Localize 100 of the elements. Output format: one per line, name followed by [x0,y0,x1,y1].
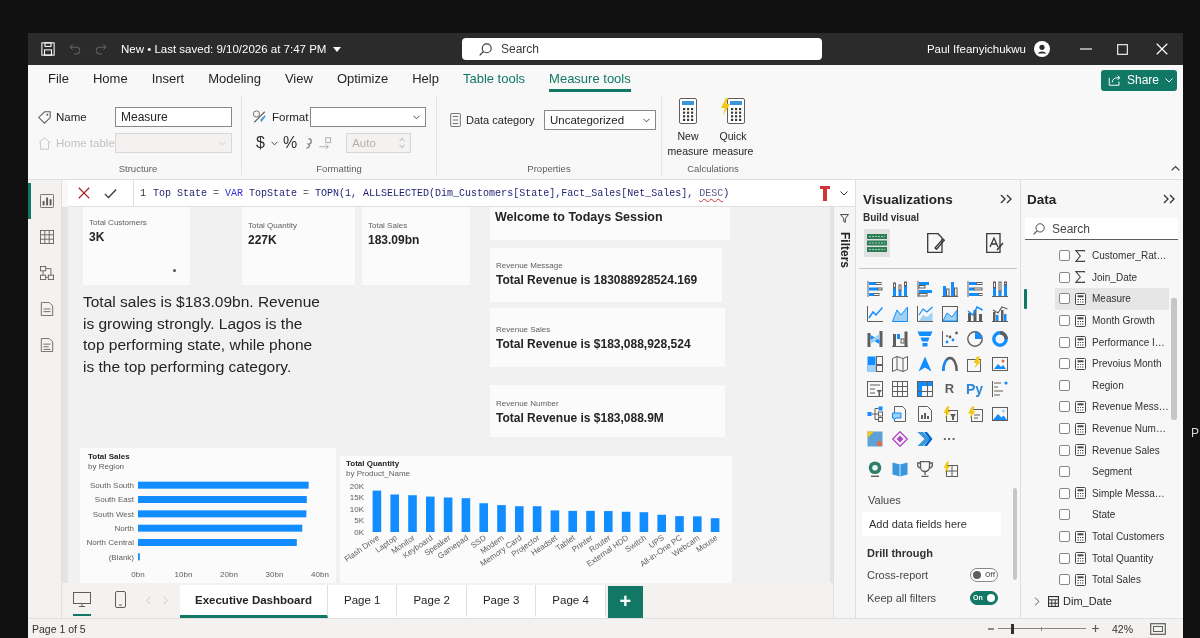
share-button[interactable]: Share [1101,69,1177,91]
collapse-caret-icon[interactable] [1171,166,1180,171]
folded-map-icon[interactable] [891,355,908,372]
document-chart-icon[interactable] [916,405,933,422]
currency-button[interactable]: $ [256,133,265,153]
checkbox[interactable] [1059,552,1070,564]
checkbox[interactable] [1059,509,1070,521]
percent-button[interactable]: % [282,133,298,153]
avatar-icon[interactable] [1034,41,1050,57]
clustered-column-chart-icon[interactable] [941,280,958,297]
checkbox[interactable] [1059,574,1070,586]
field-item[interactable]: Region [1055,374,1169,397]
picture-icon[interactable] [991,355,1008,372]
chevron-right-icon[interactable] [1034,596,1040,606]
minus-icon[interactable] [988,627,994,630]
table-grid-icon[interactable] [891,380,908,397]
format-dropdown[interactable] [310,107,426,127]
bullet-list-icon[interactable] [991,380,1008,397]
maximize-icon[interactable] [1117,43,1128,55]
ribbon-chart-icon[interactable] [866,330,883,347]
field-item[interactable]: Segment [1055,460,1169,483]
new-measure-button[interactable]: New measure [668,98,708,159]
field-item[interactable]: Total Quantity [1055,547,1169,569]
ring-stand-icon[interactable] [866,460,883,477]
double-chevron-icon[interactable] [1163,194,1175,204]
area-chart-icon[interactable] [891,305,908,322]
field-item[interactable]: Total Sales [1055,568,1169,591]
field-item[interactable]: Total Customers [1055,525,1169,548]
checkbox[interactable] [1059,293,1070,305]
page-tab[interactable]: Page 2 [397,585,467,618]
data-category-dropdown[interactable]: Uncategorized [544,110,656,130]
checkbox[interactable] [1059,531,1070,542]
field-item[interactable]: Revenue Mess… [1055,396,1169,418]
ribbon-tab[interactable]: Optimize [336,65,389,92]
checkbox[interactable] [1059,379,1070,391]
donut-chart-icon[interactable] [991,330,1008,347]
double-chevron-icon[interactable] [1000,194,1012,204]
page-tab[interactable]: Page 1 [327,585,398,618]
full-stacked-area-chart-icon[interactable] [941,305,958,322]
document-chat-icon[interactable] [891,405,908,422]
table-name[interactable]: Dim_Date [1063,595,1112,608]
document-title[interactable]: New • Last saved: 9/10/2026 at 7:47 PM [121,43,327,55]
page-tab[interactable]: Executive Dashboard [180,585,328,618]
checkbox[interactable] [1059,487,1070,499]
colored-tile-icon[interactable] [866,430,883,447]
add-page-button[interactable]: + [607,586,643,618]
ribbon-tab[interactable]: Modeling [208,65,261,92]
checkbox[interactable] [1059,423,1070,435]
field-item[interactable]: Revenue Num… [1055,417,1169,440]
funnel-chart-icon[interactable] [916,330,933,347]
field-item[interactable]: Prevoius Month [1055,352,1169,375]
fit-to-page-icon[interactable] [1150,622,1166,635]
picture-icon[interactable] [991,405,1008,422]
checkbox[interactable] [1059,444,1070,456]
cancel-icon[interactable] [78,187,90,199]
formula-text[interactable]: Top State = VAR TopState = TOPN(1, ALLSELECTED(Dim_Customers[State],Fact_Sales[Net_Sales], DESC) [153,187,730,199]
ribbon-tab[interactable]: File [48,65,69,92]
field-item[interactable]: State [1055,504,1169,526]
quick-measure-button[interactable]: Quick measure [710,98,756,159]
field-item[interactable]: Performance I… [1055,331,1169,353]
checkbox[interactable] [1059,336,1070,348]
filters-pane-label[interactable]: Filters [837,232,852,268]
drop-field[interactable]: Add data fields here [862,512,1001,536]
ribbon-tab[interactable]: View [284,65,313,92]
slider-thumb[interactable] [1011,623,1015,634]
page-tab[interactable]: Page 3 [466,585,537,618]
field-item[interactable]: Month Growth [1055,309,1169,332]
field-item[interactable]: Revenue Sales [1055,439,1169,461]
chevron-down-icon[interactable] [840,190,848,196]
filter-list-icon[interactable] [866,380,883,397]
plus-icon[interactable] [1092,625,1099,632]
line-chart-icon[interactable] [866,305,883,322]
checkbox[interactable] [1059,315,1070,327]
visual-type-button[interactable]: R [944,380,955,397]
caret-down-icon[interactable] [333,46,342,52]
ribbon-tab[interactable]: Insert [151,65,185,92]
full-stacked-bar-chart-icon[interactable] [966,280,983,297]
scatter-chart-icon[interactable] [941,330,958,347]
ribbon-tab[interactable]: Table tools [462,65,526,92]
filter-icon[interactable] [840,214,849,223]
close-icon[interactable] [1156,43,1168,55]
lightning-grid-icon[interactable] [941,460,958,477]
matrix-table-icon[interactable] [916,380,933,397]
checkbox[interactable] [1059,358,1070,370]
waterfall-chart-icon[interactable] [891,330,908,347]
comma-icon[interactable] [305,137,313,149]
field-item[interactable]: Customer_Rat… [1055,245,1169,267]
calculator-icon[interactable] [679,98,697,124]
search-field[interactable]: Search [462,38,822,60]
search-field[interactable]: Search [1025,218,1178,240]
lightning-document-icon[interactable] [966,405,983,422]
lightning-frame-icon[interactable] [966,355,983,372]
chevron-pair-icon[interactable] [916,430,933,447]
tree-diagram-icon[interactable] [866,405,883,422]
field-item[interactable]: Measure [1055,288,1169,310]
diamond-icon[interactable] [891,430,908,447]
lightning-calculator-icon[interactable] [721,98,745,124]
open-book-icon[interactable] [891,460,908,477]
navigation-arrow-icon[interactable] [916,355,933,372]
field-item[interactable]: Join_Date [1055,266,1169,289]
